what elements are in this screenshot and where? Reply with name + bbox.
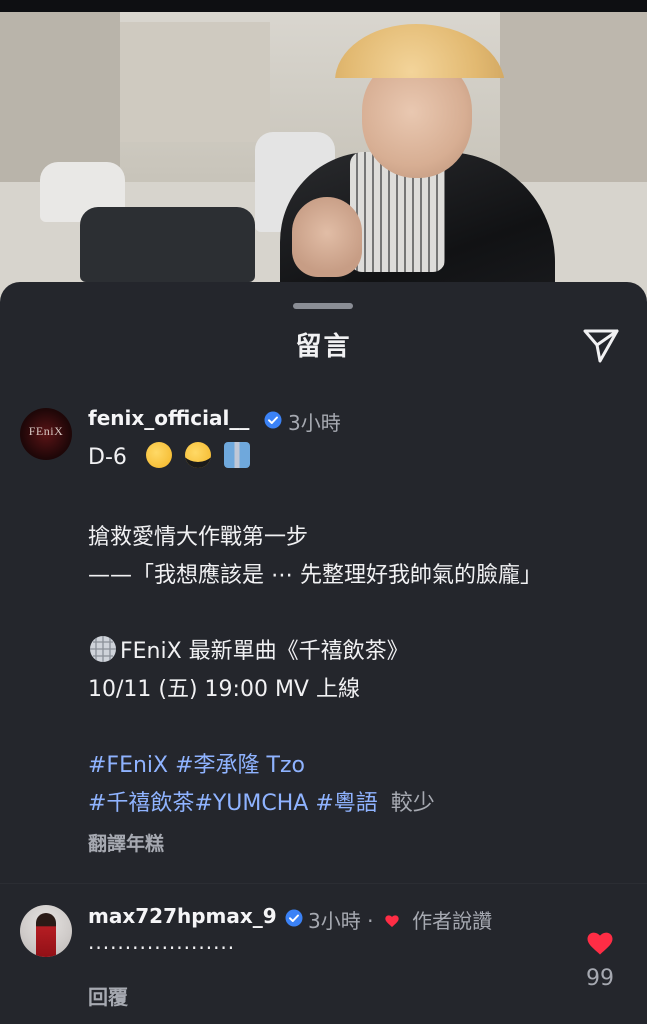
comment-text: ——「我想應該是 ⋯ 先整理好我帥氣的臉龐」 [88, 563, 542, 588]
comment-text: 搶救愛情大作戰第一步 [88, 525, 309, 550]
comment-meta: 3小時 · 作者說讚 [308, 905, 492, 934]
comment-text: D-6 [88, 445, 127, 470]
comment-text: 10/11 (五) 19:00 MV 上線 [88, 677, 360, 702]
heart-icon[interactable] [585, 928, 615, 956]
post-photo [0, 12, 647, 302]
avatar-logo-text: FEniX [28, 424, 64, 438]
send-icon[interactable] [580, 325, 622, 365]
comment-username[interactable]: fenix_official__ [88, 406, 249, 430]
comment-line: FEniX 最新單曲《千禧飲茶》 [88, 633, 409, 665]
comment-text: ···················· [88, 936, 236, 960]
verified-badge-icon [264, 411, 282, 429]
background-car [80, 207, 255, 282]
verified-badge-icon [285, 909, 303, 927]
hashtag-link[interactable]: #FEniX [88, 753, 168, 778]
background-building [0, 12, 120, 182]
emoji-group [145, 442, 256, 470]
heart-icon [384, 910, 400, 927]
hashtag-line: #千禧飲茶#YUMCHA #粵語 較少 [88, 785, 435, 817]
translate-link[interactable]: 翻譯年糕 [88, 829, 164, 856]
like-count: 99 [586, 966, 614, 991]
avatar-figure [36, 913, 56, 957]
sheet-drag-handle[interactable] [293, 303, 353, 309]
hashtag-link[interactable]: #千禧飲茶 [88, 791, 194, 816]
comment-username[interactable]: max727hpmax_9 [88, 904, 277, 928]
background-building [120, 22, 270, 142]
hashtag-link[interactable]: #粵語 [315, 791, 377, 816]
avatar[interactable] [20, 905, 72, 957]
reply-button[interactable]: 回覆 [88, 981, 128, 1010]
top-status-bar [0, 0, 647, 12]
sheet-title: 留言 [295, 332, 352, 362]
hashtag-link[interactable]: #李承隆 Tzo [175, 753, 305, 778]
comment-text: FEniX 最新單曲《千禧飲茶》 [120, 639, 409, 664]
comment-time: 3小時 [288, 411, 341, 435]
disco-ball-icon [88, 634, 118, 664]
hashtag-line: #FEniX #李承隆 Tzo [88, 747, 305, 779]
comment-time: 3小時 · [308, 909, 374, 933]
sunglasses-face-emoji [184, 442, 211, 468]
thinking-face-emoji [145, 442, 172, 468]
comment-line: D-6 [88, 442, 256, 470]
author-liked-label: 作者說讚 [412, 909, 493, 933]
person-hand [292, 197, 362, 277]
divider [0, 883, 647, 884]
see-less-link[interactable]: 較少 [391, 791, 435, 816]
necktie-shirt-emoji [223, 442, 250, 468]
hashtag-link[interactable]: #YUMCHA [194, 791, 308, 816]
avatar[interactable]: FEniX [20, 408, 72, 460]
